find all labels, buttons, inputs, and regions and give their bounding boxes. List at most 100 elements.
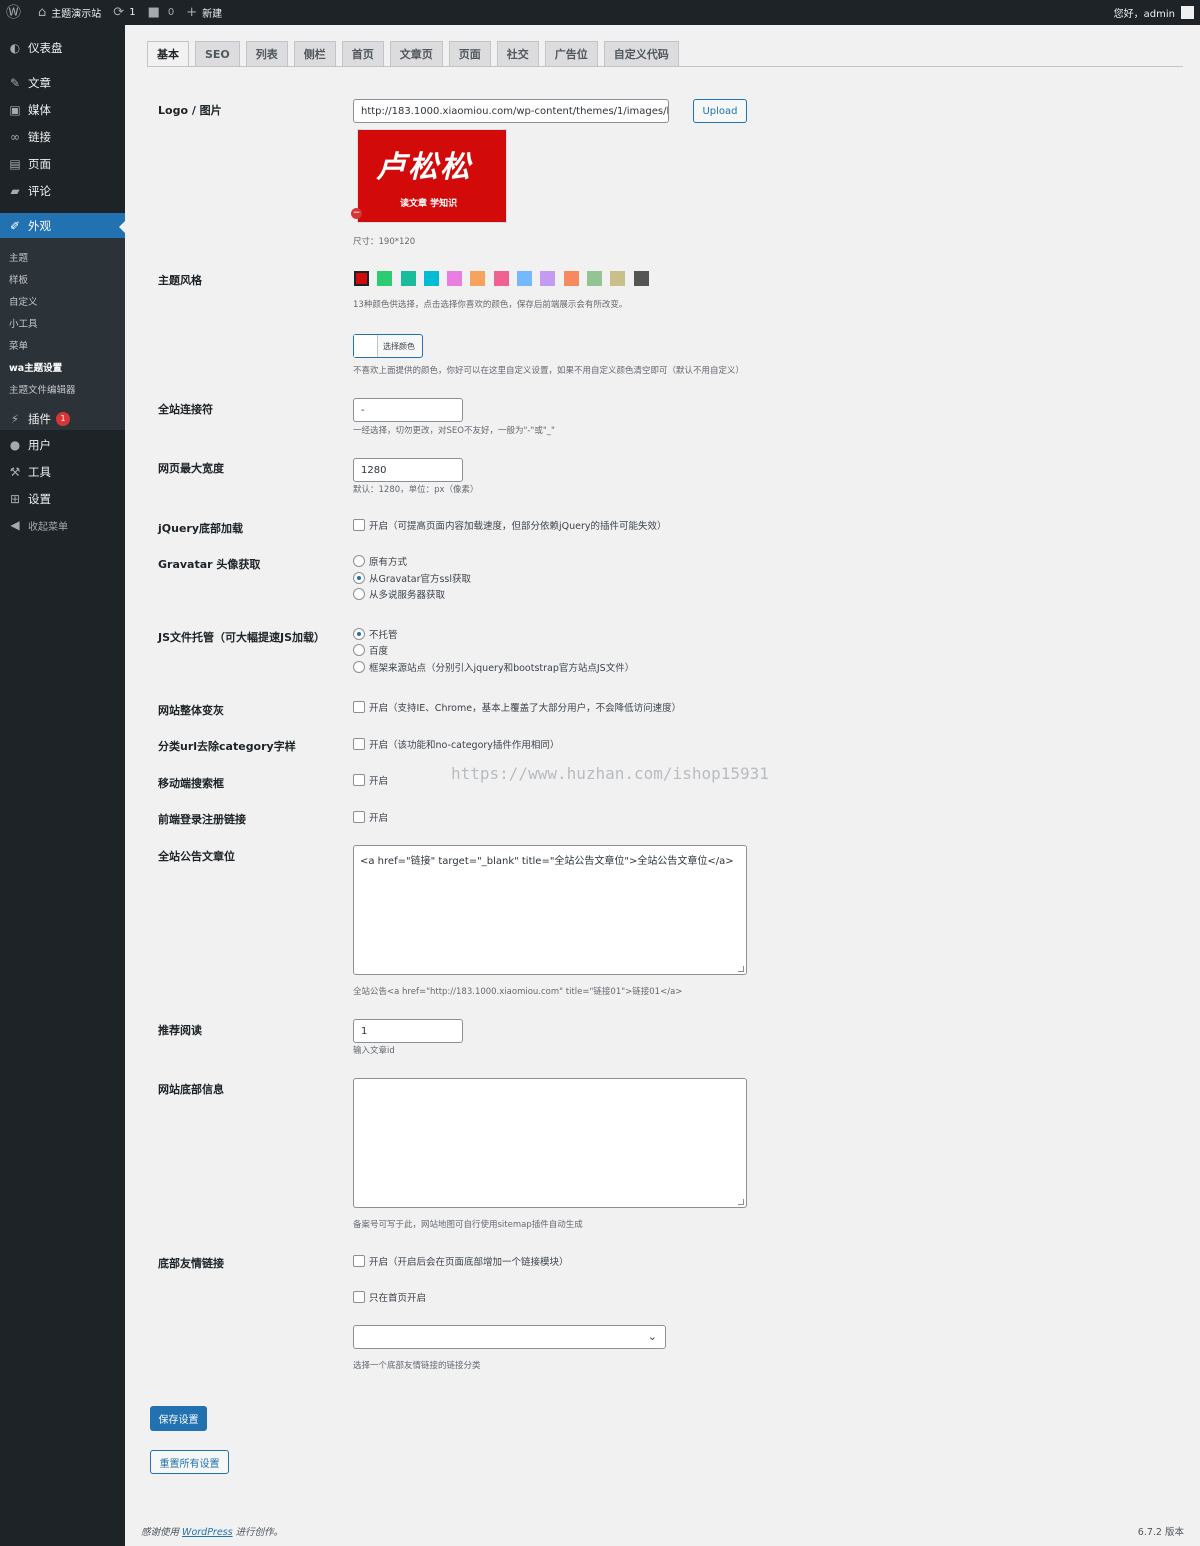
- color-swatch[interactable]: [447, 271, 463, 286]
- radio-button-selected[interactable]: [353, 572, 365, 584]
- submenu-menus[interactable]: 菜单: [9, 338, 28, 352]
- grayscale-checkbox[interactable]: 开启（支持IE、Chrome，基本上覆盖了大部分用户，不会降低访问速度）: [353, 700, 681, 714]
- color-swatch[interactable]: [470, 271, 486, 286]
- admin-bar: Ⓦ ⌂ 主题演示站 ⟳ 1 ■ 0 + 新建 您好，admin: [0, 0, 1200, 25]
- checkbox-box[interactable]: [353, 774, 365, 786]
- submenu-themes[interactable]: 主题: [9, 250, 28, 264]
- color-swatch[interactable]: [377, 271, 393, 286]
- submenu-wa-theme-settings[interactable]: wa主题设置: [9, 360, 62, 374]
- color-swatch[interactable]: [517, 271, 533, 286]
- js-host-option-origin[interactable]: 框架来源站点（分别引入jquery和bootstrap官方站点JS文件）: [353, 660, 634, 674]
- menu-media[interactable]: ▣ 媒体: [0, 96, 125, 123]
- radio-button[interactable]: [353, 644, 365, 656]
- menu-pages[interactable]: ▤ 页面: [0, 150, 125, 177]
- friend-links-category-select[interactable]: ⌄: [353, 1325, 666, 1349]
- max-width-input[interactable]: 1280: [353, 458, 463, 482]
- logo-url-input[interactable]: http://183.1000.xiaomiou.com/wp-content/…: [353, 99, 669, 123]
- category-url-checkbox[interactable]: 开启（该功能和no-category插件作用相同）: [353, 737, 559, 751]
- collapse-arrow-icon: ◀: [10, 518, 20, 532]
- checkbox-box[interactable]: [353, 738, 365, 750]
- color-swatch[interactable]: [586, 271, 602, 286]
- collapse-menu-button[interactable]: ◀ 收起菜单: [0, 515, 68, 535]
- radio-button[interactable]: [353, 555, 365, 567]
- gravatar-option-ssl[interactable]: 从Gravatar官方ssl获取: [353, 571, 471, 585]
- radio-button-selected[interactable]: [353, 628, 365, 640]
- color-swatch[interactable]: [493, 271, 509, 286]
- my-account[interactable]: 您好，admin: [1114, 5, 1200, 20]
- color-swatch[interactable]: [563, 271, 579, 286]
- logo-slogan-text: 读文章 学知识: [400, 199, 458, 209]
- menu-plugins[interactable]: ⚡ 插件 1: [0, 405, 125, 432]
- color-swatch[interactable]: [400, 271, 416, 286]
- radio-button[interactable]: [353, 661, 365, 673]
- gravatar-option-default[interactable]: 原有方式: [353, 554, 407, 568]
- color-swatch[interactable]: [423, 271, 439, 286]
- reset-settings-button[interactable]: 重置所有设置: [150, 1450, 229, 1474]
- menu-comments[interactable]: ▰ 评论: [0, 177, 125, 204]
- logo-preview-image: 卢松松 读文章 学知识: [357, 129, 507, 223]
- color-swatch[interactable]: [633, 271, 649, 286]
- tab-page[interactable]: 页面: [448, 41, 491, 66]
- js-host-option-baidu[interactable]: 百度: [353, 643, 388, 657]
- wordpress-logo[interactable]: Ⓦ: [0, 0, 32, 25]
- friend-links-home-only-checkbox[interactable]: 只在首页开启: [353, 1290, 426, 1304]
- submenu-customize[interactable]: 自定义: [9, 294, 38, 308]
- recommend-hint: 输入文章id: [353, 1046, 395, 1056]
- watermark-text: https://www.huzhan.com/ishop15931: [451, 764, 769, 783]
- tab-seo[interactable]: SEO: [195, 41, 240, 66]
- menu-dashboard[interactable]: ◐ 仪表盘: [0, 34, 125, 61]
- plus-icon: +: [186, 5, 198, 20]
- comments-link[interactable]: ■ 0: [142, 0, 181, 25]
- tab-ads[interactable]: 广告位: [544, 41, 598, 66]
- checkbox-box[interactable]: [353, 1255, 365, 1267]
- site-name-link[interactable]: ⌂ 主题演示站: [32, 0, 107, 25]
- js-host-option-none[interactable]: 不托管: [353, 627, 398, 641]
- remove-image-icon[interactable]: −: [351, 208, 362, 219]
- checkbox-box[interactable]: [353, 519, 365, 531]
- submenu-widgets[interactable]: 小工具: [9, 316, 38, 330]
- tab-basic[interactable]: 基本: [147, 41, 189, 66]
- notice-textarea[interactable]: <a href="链接" target="_blank" title="全站公告…: [353, 845, 747, 975]
- menu-settings[interactable]: ⊞ 设置: [0, 485, 125, 512]
- menu-appearance[interactable]: ✐ 外观: [0, 213, 125, 239]
- separator-input[interactable]: -: [353, 398, 463, 422]
- refresh-icon: ⟳: [113, 5, 125, 20]
- menu-users[interactable]: ● 用户: [0, 431, 125, 458]
- tab-sidebar[interactable]: 侧栏: [293, 41, 336, 66]
- color-swatch[interactable]: [354, 271, 369, 286]
- submenu-patterns[interactable]: 样板: [9, 272, 28, 286]
- wordpress-link[interactable]: WordPress: [182, 1527, 233, 1538]
- checkbox-box[interactable]: [353, 1291, 365, 1303]
- tab-list[interactable]: 列表: [245, 41, 288, 66]
- submenu-theme-file-editor[interactable]: 主题文件编辑器: [9, 382, 76, 396]
- footer-info-textarea[interactable]: [353, 1078, 747, 1208]
- wrench-icon: ⚒: [9, 464, 21, 479]
- color-swatch[interactable]: [540, 271, 556, 286]
- logo-brand-text: 卢松松: [376, 150, 472, 185]
- tab-post[interactable]: 文章页: [389, 41, 443, 66]
- radio-button[interactable]: [353, 588, 365, 600]
- color-swatch[interactable]: [610, 271, 626, 286]
- gravatar-option-duoshuo[interactable]: 从多说服务器获取: [353, 587, 445, 601]
- checkbox-box[interactable]: [353, 701, 365, 713]
- updates-link[interactable]: ⟳ 1: [107, 0, 141, 25]
- menu-links[interactable]: ∞ 链接: [0, 123, 125, 150]
- tab-home[interactable]: 首页: [341, 41, 384, 66]
- menu-tools[interactable]: ⚒ 工具: [0, 458, 125, 485]
- jquery-checkbox[interactable]: 开启（可提高页面内容加载速度，但部分依赖jQuery的插件可能失效）: [353, 518, 667, 532]
- tab-custom-code[interactable]: 自定义代码: [603, 41, 679, 66]
- comment-icon: ▰: [10, 183, 20, 198]
- mobile-search-checkbox[interactable]: 开启: [353, 773, 388, 787]
- save-settings-button[interactable]: 保存设置: [150, 1406, 207, 1431]
- upload-button[interactable]: Upload: [693, 99, 747, 123]
- tab-social[interactable]: 社交: [496, 41, 539, 66]
- new-content-link[interactable]: + 新建: [180, 0, 228, 25]
- recommend-input[interactable]: 1: [353, 1019, 463, 1043]
- login-link-checkbox[interactable]: 开启: [353, 810, 388, 824]
- resize-handle[interactable]: [738, 966, 744, 972]
- resize-handle[interactable]: [738, 1199, 744, 1205]
- friend-links-checkbox[interactable]: 开启（开启后会在页面底部增加一个链接模块）: [353, 1254, 569, 1268]
- color-picker-button[interactable]: 选择颜色: [353, 334, 423, 358]
- menu-posts[interactable]: ✎ 文章: [0, 69, 125, 96]
- checkbox-box[interactable]: [353, 811, 365, 823]
